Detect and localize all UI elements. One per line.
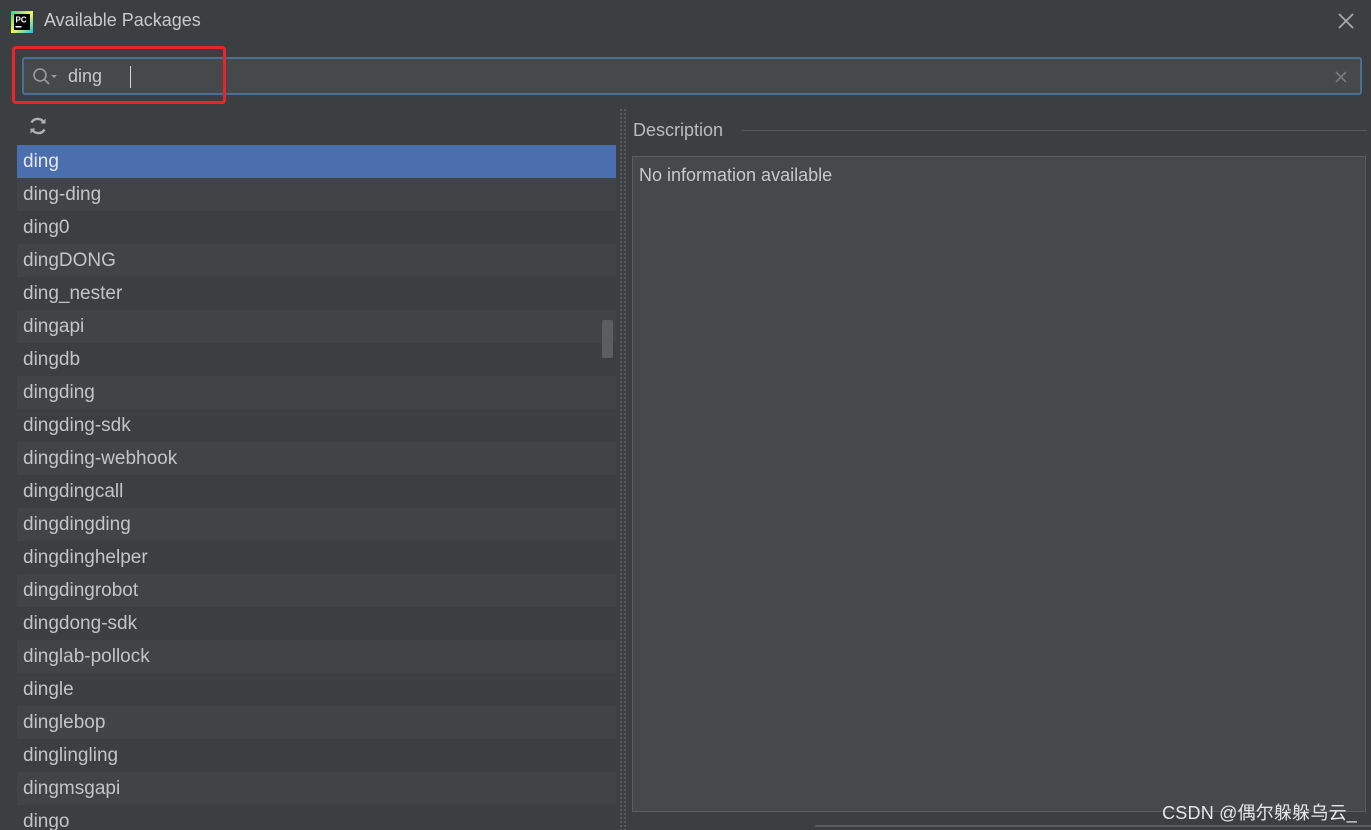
package-list-item[interactable]: dingo (17, 805, 616, 830)
package-list-item[interactable]: ding0 (17, 211, 616, 244)
package-list-item[interactable]: dingdingding (17, 508, 616, 541)
package-list-item[interactable]: dingle (17, 673, 616, 706)
search-icon[interactable] (32, 67, 58, 87)
description-label: Description (633, 120, 724, 140)
search-input[interactable] (68, 63, 1298, 89)
panel-splitter[interactable] (618, 108, 628, 830)
window-title: Available Packages (44, 10, 201, 30)
package-list-item[interactable]: ding (17, 145, 616, 178)
logo-text: PC (16, 16, 27, 25)
package-list-item[interactable]: dinglebop (17, 706, 616, 739)
package-list-item[interactable]: dinglab-pollock (17, 640, 616, 673)
refresh-icon[interactable] (27, 115, 49, 137)
package-list-item[interactable]: dingding-sdk (17, 409, 616, 442)
package-list-item[interactable]: dingdinghelper (17, 541, 616, 574)
package-list-item[interactable]: dingdingcall (17, 475, 616, 508)
pycharm-logo: PC (11, 11, 33, 33)
description-text: No information available (639, 165, 833, 185)
search-field[interactable] (22, 57, 1362, 95)
text-caret (130, 66, 131, 88)
package-list-item[interactable]: ding-ding (17, 178, 616, 211)
clear-icon[interactable] (1334, 70, 1348, 84)
description-separator (742, 130, 1367, 131)
title-bar: PC Available Packages (0, 0, 1371, 44)
close-button[interactable] (1331, 6, 1361, 36)
package-list-item[interactable]: ding_nester (17, 277, 616, 310)
scrollbar-thumb[interactable] (602, 320, 613, 358)
package-list[interactable]: ding ding-ding ding0 dingDONG ding_nester din… (17, 145, 616, 830)
package-list-item[interactable]: dingdingrobot (17, 574, 616, 607)
package-list-item[interactable]: dingapi (17, 310, 616, 343)
package-list-item[interactable]: dingding-webhook (17, 442, 616, 475)
package-list-panel: ding ding-ding ding0 dingDONG ding_nester din… (17, 108, 616, 830)
bottom-divider (815, 825, 1371, 827)
package-list-item[interactable]: dinglingling (17, 739, 616, 772)
description-panel: No information available (632, 156, 1366, 812)
watermark: CSDN @偶尔躲躲乌云_ (1162, 803, 1357, 823)
package-list-item[interactable]: dingdb (17, 343, 616, 376)
close-icon (1338, 13, 1354, 29)
package-list-item[interactable]: dingding (17, 376, 616, 409)
package-list-item[interactable]: dingDONG (17, 244, 616, 277)
package-list-item[interactable]: dingmsgapi (17, 772, 616, 805)
package-list-item[interactable]: dingdong-sdk (17, 607, 616, 640)
